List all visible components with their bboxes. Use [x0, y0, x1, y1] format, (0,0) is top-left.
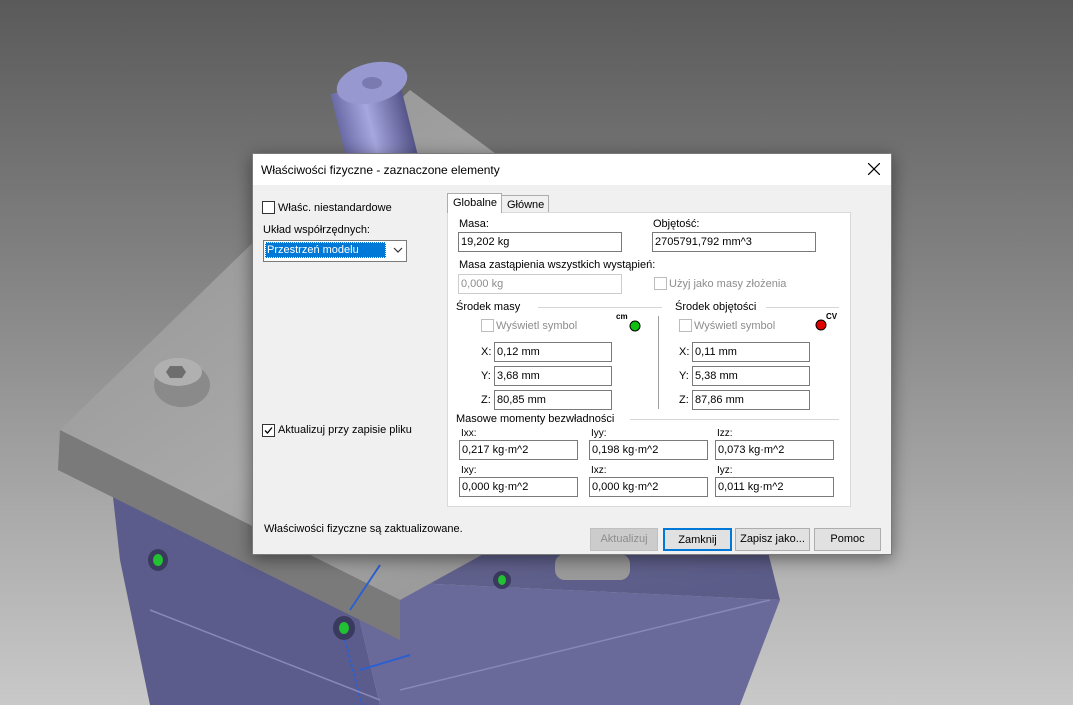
cm-symbol-text: cm [616, 312, 628, 321]
inertia-rule [630, 419, 839, 420]
update-on-save-checkbox[interactable] [262, 424, 275, 437]
ixx-field[interactable]: 0,217 kg·m^2 [459, 440, 578, 460]
volume-label: Objętość: [653, 218, 700, 230]
ixy-field[interactable]: 0,000 kg·m^2 [459, 477, 578, 497]
inertia-title: Masowe momenty bezwładności [456, 413, 615, 425]
coord-system-dropdown[interactable]: Przestrzeń modelu [263, 240, 407, 262]
center-of-volume-title: Środek objętości [675, 301, 757, 313]
cm-symbol-icon [629, 320, 641, 332]
part-spring [555, 554, 630, 580]
part-hole-1-core [153, 554, 163, 566]
center-of-mass-title: Środek masy [456, 301, 521, 313]
cov-y-field[interactable]: 5,38 mm [692, 366, 810, 386]
part-hole-2-core [498, 575, 506, 585]
tab-globalne[interactable]: Globalne [447, 193, 502, 213]
part-hole-3-core [339, 622, 349, 634]
status-text: Właściwości fizyczne są zaktualizowane. [264, 523, 463, 535]
chevron-down-icon [393, 247, 403, 253]
com-x-field[interactable]: 0,12 mm [494, 342, 612, 362]
custom-props-label: Właśc. niestandardowe [278, 202, 392, 214]
tab-glowne[interactable]: Główne [501, 195, 549, 213]
checkmark-icon [264, 427, 273, 434]
iyy-field[interactable]: 0,198 kg·m^2 [589, 440, 708, 460]
volume-field[interactable]: 2705791,792 mm^3 [652, 232, 816, 252]
cv-symbol-text: CV [826, 312, 838, 321]
close-dialog-button[interactable]: Zamknij [663, 528, 732, 551]
override-mass-label: Masa zastąpienia wszystkich wystąpień: [459, 259, 656, 271]
com-show-symbol-label: Wyświetl symbol [496, 320, 578, 332]
ixz-label: Ixz: [591, 465, 607, 476]
ixz-field[interactable]: 0,000 kg·m^2 [589, 477, 708, 497]
physical-properties-dialog: Właściwości fizyczne - zaznaczone elemen… [252, 153, 892, 555]
com-show-symbol-checkbox[interactable] [481, 319, 494, 332]
cov-x-field[interactable]: 0,11 mm [692, 342, 810, 362]
ixy-label: Ixy: [461, 465, 477, 476]
iyz-field[interactable]: 0,011 kg·m^2 [715, 477, 834, 497]
mass-label: Masa: [459, 218, 489, 230]
ixx-label: Ixx: [461, 428, 477, 439]
use-assembly-mass-label: Użyj jako masy złożenia [669, 278, 787, 290]
center-of-mass-rule [538, 307, 662, 308]
com-y-label: Y: [481, 370, 491, 382]
cov-z-field[interactable]: 87,86 mm [692, 390, 810, 410]
cov-x-label: X: [679, 346, 690, 358]
override-mass-field[interactable]: 0,000 kg [458, 274, 622, 294]
cov-z-label: Z: [679, 394, 689, 406]
iyz-label: Iyz: [717, 465, 733, 476]
izz-field[interactable]: 0,073 kg·m^2 [715, 440, 834, 460]
custom-props-checkbox[interactable] [262, 201, 275, 214]
izz-label: Izz: [717, 428, 733, 439]
use-assembly-mass-checkbox[interactable] [654, 277, 667, 290]
part-pin-hole [362, 77, 382, 89]
com-x-label: X: [481, 346, 492, 358]
com-z-label: Z: [481, 394, 491, 406]
cov-show-symbol-label: Wyświetl symbol [694, 320, 776, 332]
title-bar[interactable]: Właściwości fizyczne - zaznaczone elemen… [253, 154, 891, 185]
save-as-button[interactable]: Zapisz jako... [735, 528, 810, 551]
cov-y-label: Y: [679, 370, 689, 382]
close-icon [868, 163, 880, 175]
mass-field[interactable]: 19,202 kg [458, 232, 622, 252]
update-on-save-label: Aktualizuj przy zapisie pliku [278, 424, 412, 436]
tab-panel-globalne: Masa: 19,202 kg Objętość: 2705791,792 mm… [447, 212, 851, 507]
part-screw-hex [166, 366, 186, 378]
close-button[interactable] [857, 154, 891, 185]
com-y-field[interactable]: 3,68 mm [494, 366, 612, 386]
help-button[interactable]: Pomoc [814, 528, 881, 551]
iyy-label: Iyy: [591, 428, 607, 439]
coord-system-label: Układ współrzędnych: [263, 224, 370, 236]
cov-show-symbol-checkbox[interactable] [679, 319, 692, 332]
center-of-volume-rule [766, 307, 839, 308]
dialog-title: Właściwości fizyczne - zaznaczone elemen… [261, 163, 500, 177]
update-button[interactable]: Aktualizuj [590, 528, 658, 551]
coord-system-value: Przestrzeń modelu [267, 244, 359, 256]
com-z-field[interactable]: 80,85 mm [494, 390, 612, 410]
group-separator [658, 316, 659, 409]
